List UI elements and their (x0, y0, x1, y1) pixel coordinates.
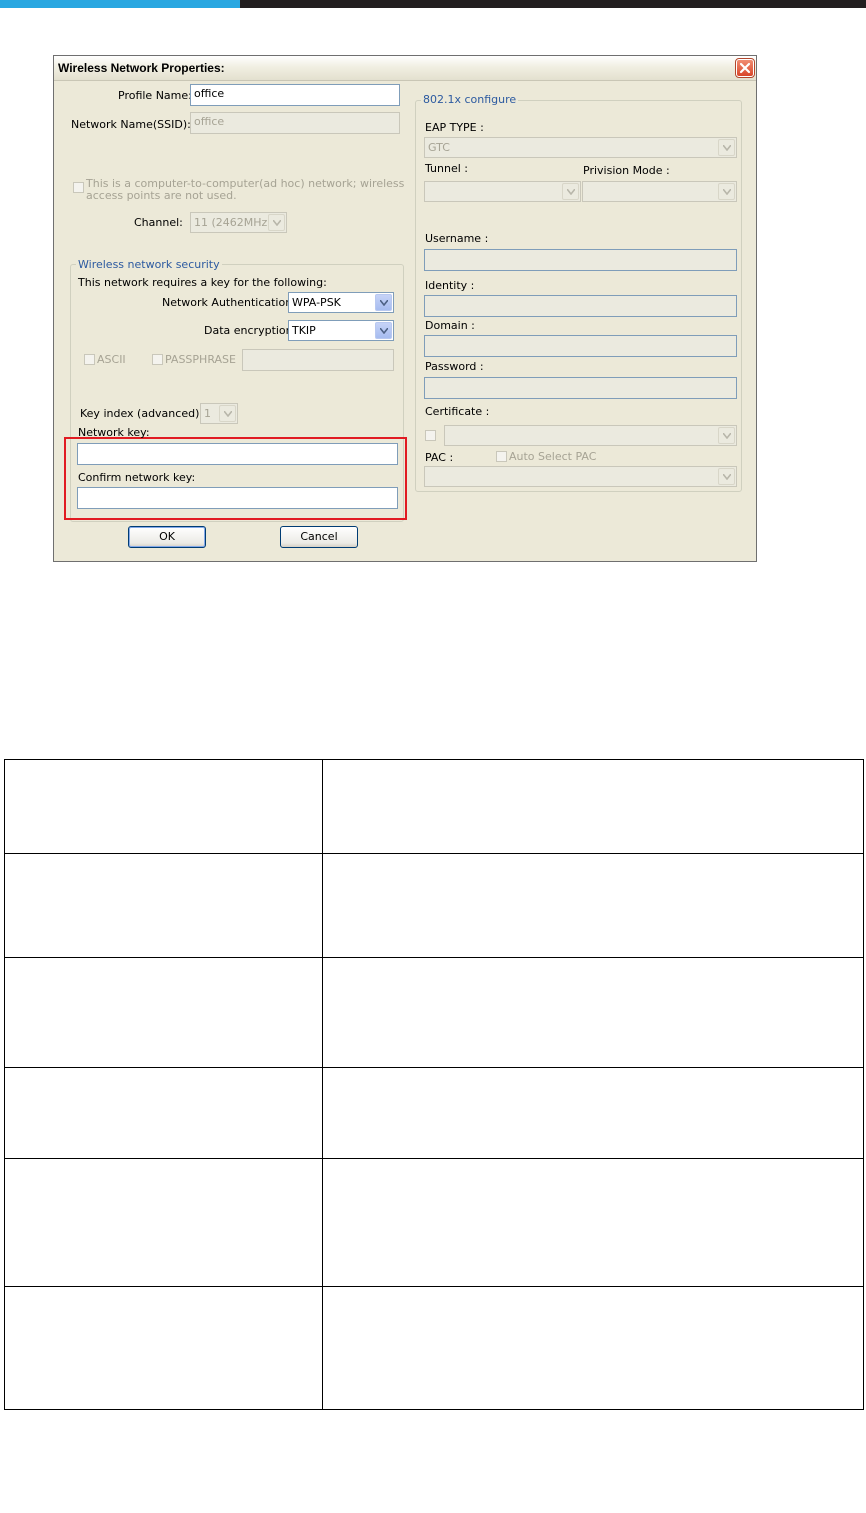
data-encryption-select[interactable]: TKIP (288, 320, 394, 341)
network-key-label: Network key: (78, 426, 150, 439)
table-cell-text (322, 1067, 864, 1159)
table-cell-text (322, 1286, 864, 1410)
data-encryption-label: Data encryption: (204, 324, 297, 337)
table-cell-text (322, 957, 864, 1068)
table-row (4, 1286, 864, 1410)
security-group-title: Wireless network security (76, 258, 222, 271)
channel-value: 11 (2462MHz) (194, 216, 272, 229)
identity-input[interactable] (424, 295, 737, 317)
security-intro: This network requires a key for the foll… (78, 276, 327, 289)
domain-label: Domain : (425, 319, 475, 332)
eap-type-value: GTC (428, 141, 450, 154)
passphrase-input[interactable] (242, 349, 394, 371)
ascii-label: ASCII (97, 353, 126, 366)
eap-type-label: EAP TYPE : (425, 121, 484, 134)
table-cell-label (4, 853, 323, 958)
chevron-down-icon (219, 405, 236, 422)
key-index-value: 1 (204, 407, 211, 420)
network-auth-value: WPA-PSK (292, 296, 341, 309)
table-cell-text (322, 853, 864, 958)
close-icon (739, 62, 751, 74)
auto-select-pac-checkbox[interactable] (496, 451, 507, 462)
username-label: Username : (425, 232, 489, 245)
description-table (4, 759, 864, 1410)
table-cell-label (4, 957, 323, 1068)
table-cell-text (322, 759, 864, 854)
key-index-label: Key index (advanced): (80, 407, 204, 420)
username-input[interactable] (424, 249, 737, 271)
network-auth-label: Network Authentication: (162, 296, 296, 309)
table-cell-label (4, 1286, 323, 1410)
domain-input[interactable] (424, 335, 737, 357)
identity-label: Identity : (425, 279, 475, 292)
table-cell-text (322, 1158, 864, 1287)
chevron-down-icon (718, 468, 735, 485)
confirm-key-label: Confirm network key: (78, 471, 196, 484)
profile-name-label: Profile Name: (118, 89, 192, 102)
network-auth-select[interactable]: WPA-PSK (288, 292, 394, 313)
cancel-button[interactable]: Cancel (280, 526, 358, 548)
header-dark-bar (240, 0, 866, 8)
channel-label: Channel: (134, 216, 183, 229)
password-input[interactable] (424, 377, 737, 399)
table-row (4, 759, 864, 854)
data-encryption-value: TKIP (292, 324, 316, 337)
chevron-down-icon (718, 139, 735, 156)
chevron-down-icon (375, 322, 392, 339)
eap-type-select[interactable]: GTC (424, 137, 737, 158)
adhoc-checkbox[interactable] (73, 182, 84, 193)
table-row (4, 957, 864, 1068)
ok-button[interactable]: OK (128, 526, 206, 548)
ascii-checkbox[interactable] (84, 354, 95, 365)
certificate-select[interactable] (444, 425, 737, 446)
dialog-title: Wireless Network Properties: (58, 61, 225, 75)
pac-label: PAC : (425, 451, 454, 464)
passphrase-checkbox[interactable] (152, 354, 163, 365)
provision-mode-label: Privision Mode : (583, 164, 670, 177)
provision-mode-select[interactable] (582, 181, 737, 202)
ssid-label: Network Name(SSID): (71, 118, 191, 131)
adhoc-label-line2: access points are not used. (86, 189, 237, 202)
table-row (4, 1158, 864, 1287)
passphrase-label: PASSPHRASE (165, 353, 236, 366)
tunnel-label: Tunnel : (425, 162, 468, 175)
eap-group-title: 802.1x configure (421, 93, 519, 106)
ssid-input[interactable]: office (190, 112, 400, 134)
table-cell-label (4, 1158, 323, 1287)
pac-select[interactable] (424, 466, 737, 487)
certificate-label: Certificate : (425, 405, 490, 418)
chevron-down-icon (718, 183, 735, 200)
close-button[interactable] (735, 58, 755, 78)
chevron-down-icon (718, 427, 735, 444)
profile-name-input[interactable]: office (190, 84, 400, 106)
chevron-down-icon (562, 183, 579, 200)
table-cell-label (4, 1067, 323, 1159)
channel-select[interactable]: 11 (2462MHz) (190, 212, 287, 233)
tunnel-select[interactable] (424, 181, 581, 202)
chevron-down-icon (268, 214, 285, 231)
certificate-checkbox[interactable] (425, 430, 436, 441)
header-accent-bar (0, 0, 240, 8)
password-label: Password : (425, 360, 484, 373)
chevron-down-icon (375, 294, 392, 311)
confirm-key-input[interactable] (77, 487, 398, 509)
auto-select-pac-label: Auto Select PAC (509, 450, 597, 463)
table-row (4, 1067, 864, 1159)
table-row (4, 853, 864, 958)
key-index-select[interactable]: 1 (200, 403, 238, 424)
network-key-input[interactable] (77, 443, 398, 465)
table-cell-label (4, 759, 323, 854)
